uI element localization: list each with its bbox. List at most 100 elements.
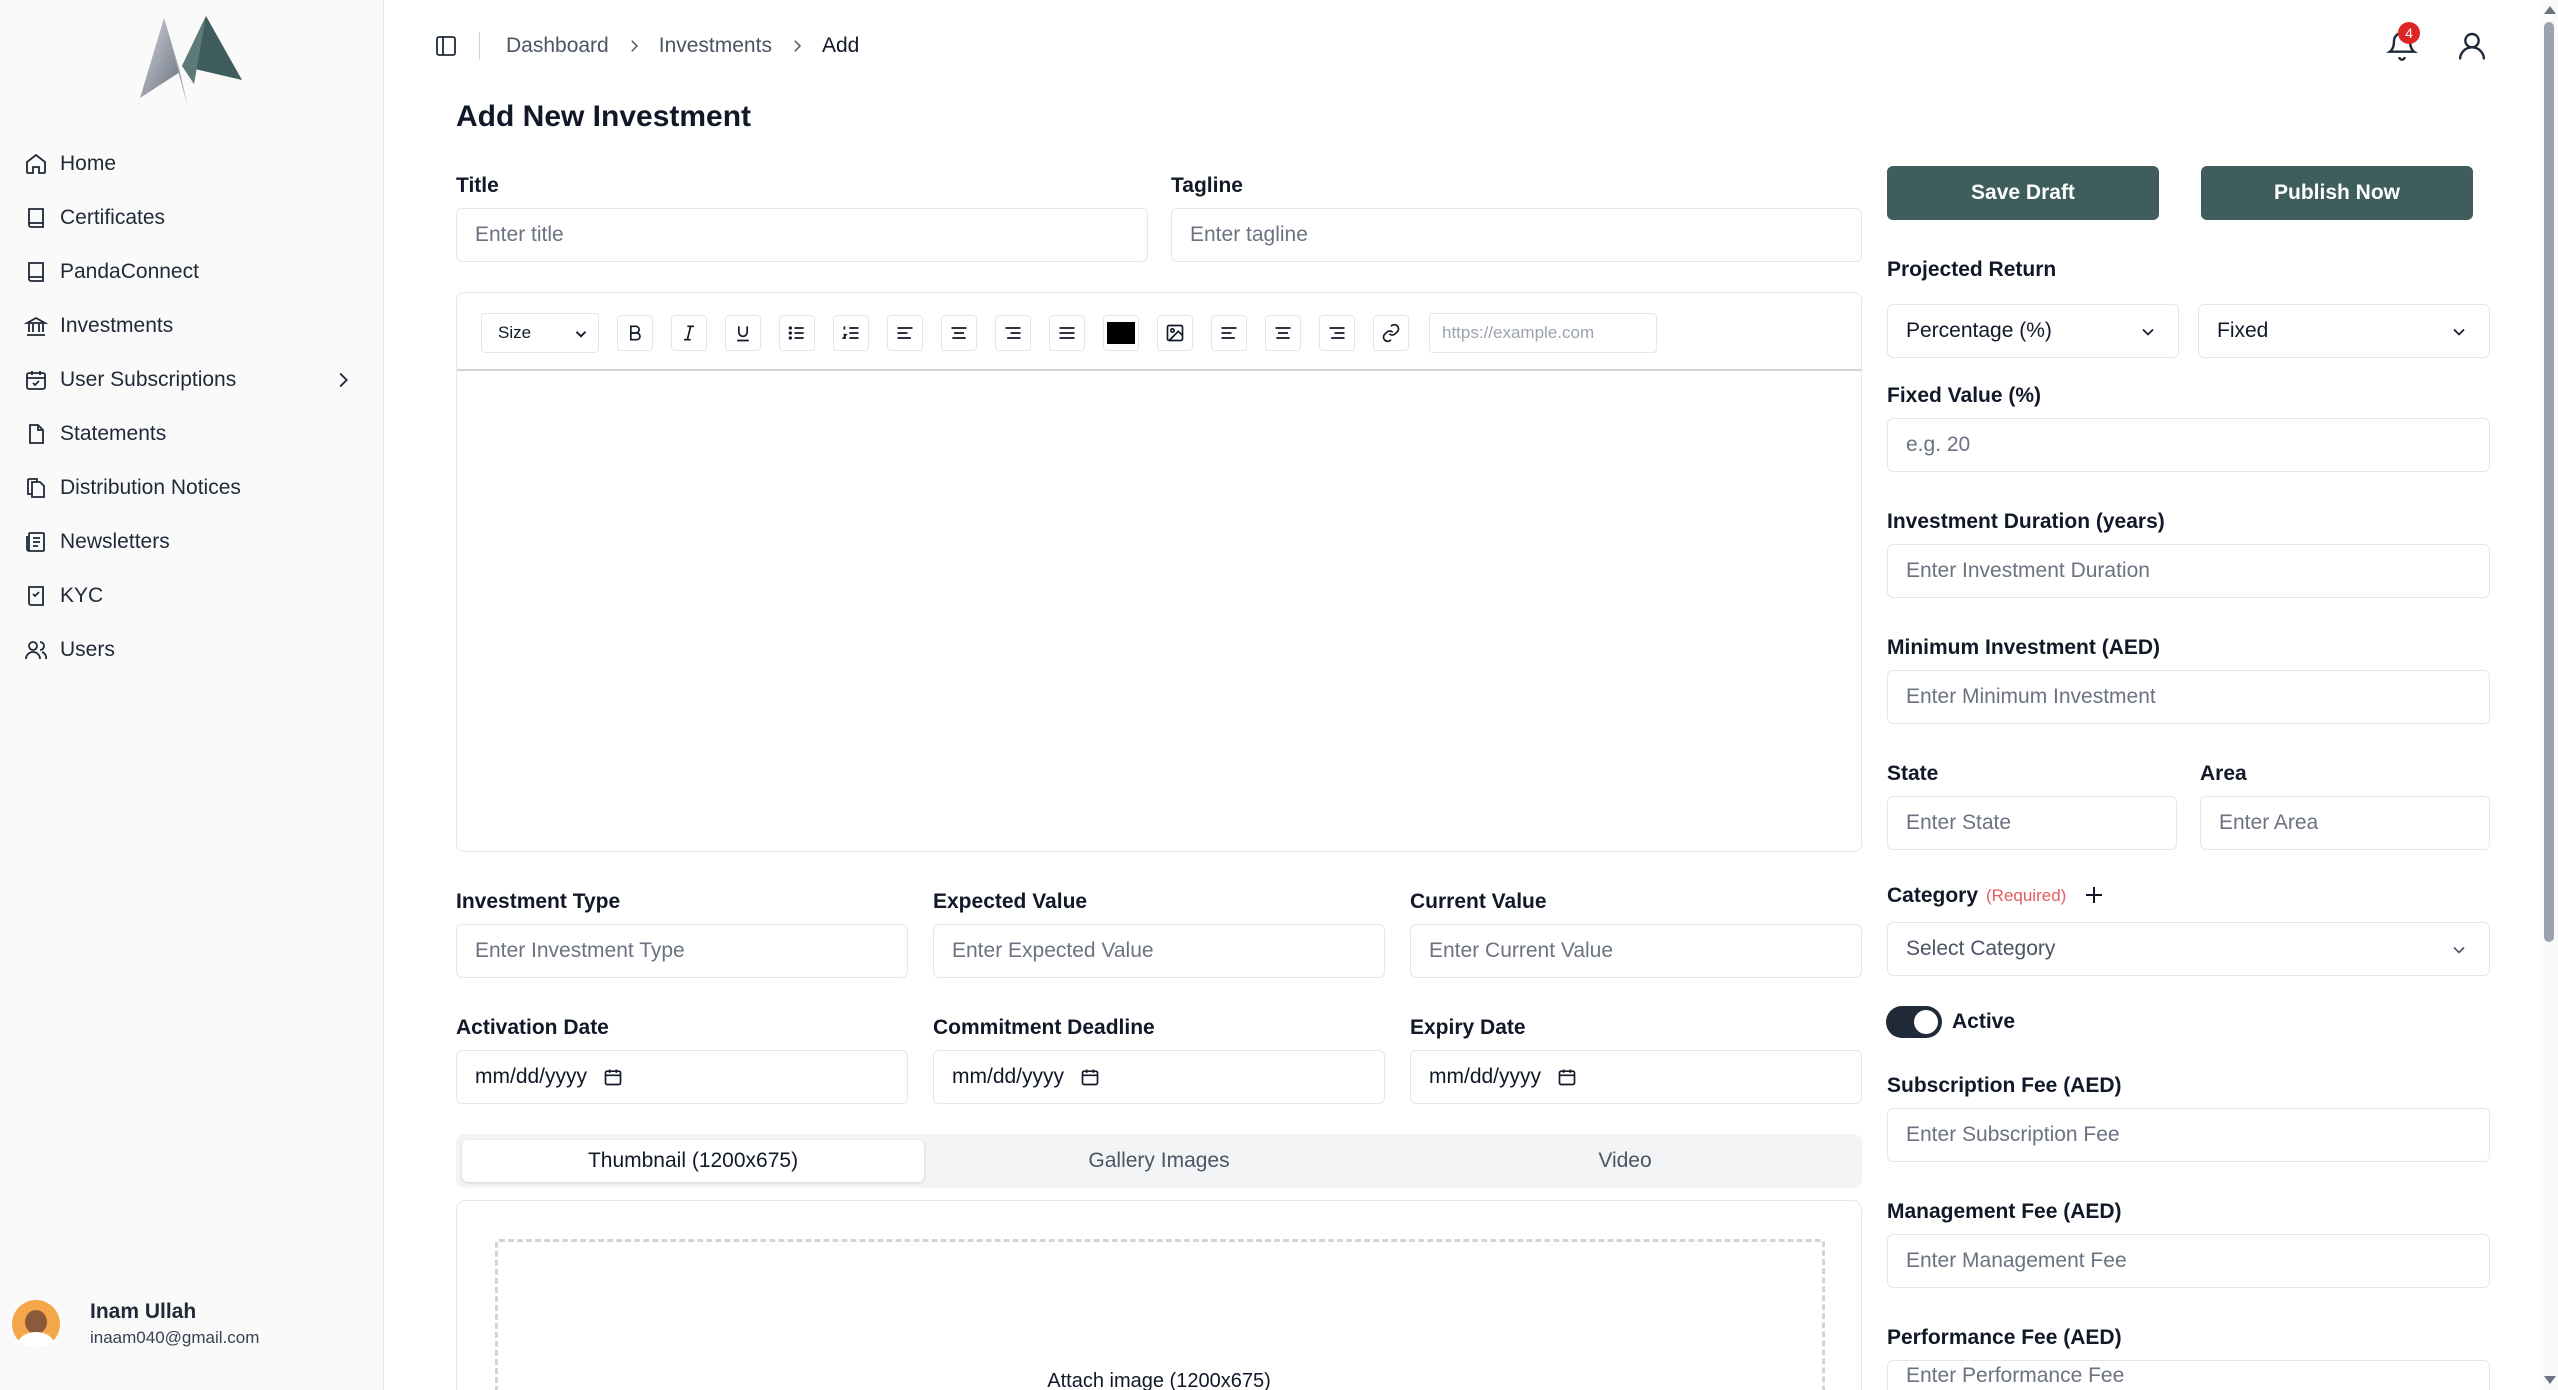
font-size-select[interactable]: Size bbox=[481, 313, 599, 353]
breadcrumb-dashboard[interactable]: Dashboard bbox=[506, 34, 609, 58]
sidebar-item-newsletters[interactable]: Newsletters bbox=[0, 515, 384, 569]
title-input[interactable] bbox=[456, 208, 1148, 262]
image-dropzone[interactable] bbox=[495, 1239, 1825, 1390]
area-label: Area bbox=[2200, 762, 2247, 785]
notification-badge: 4 bbox=[2398, 22, 2420, 44]
add-category-icon[interactable] bbox=[2082, 883, 2106, 907]
tab-thumbnail[interactable]: Thumbnail (1200x675) bbox=[462, 1140, 924, 1182]
tab-video[interactable]: Video bbox=[1394, 1140, 1856, 1182]
sidebar-item-user-subscriptions[interactable]: User Subscriptions bbox=[0, 353, 384, 407]
projected-return-label: Projected Return bbox=[1887, 258, 2057, 281]
chevron-down-icon bbox=[2453, 946, 2465, 954]
bullet-list-button[interactable] bbox=[779, 315, 815, 351]
expiry-date-input[interactable]: mm/dd/yyyy bbox=[1410, 1050, 1862, 1104]
insert-link-button[interactable] bbox=[1373, 315, 1409, 351]
sidebar-item-label: Statements bbox=[60, 422, 167, 445]
link-url-input[interactable] bbox=[1429, 313, 1657, 353]
area-input[interactable] bbox=[2200, 796, 2490, 850]
investment-type-input[interactable] bbox=[456, 924, 908, 978]
breadcrumb: Dashboard Investments Add bbox=[506, 34, 859, 58]
users-icon bbox=[25, 641, 48, 660]
date-value: mm/dd/yyyy bbox=[1429, 1065, 1542, 1088]
commitment-deadline-input[interactable]: mm/dd/yyyy bbox=[933, 1050, 1385, 1104]
expected-value-input[interactable] bbox=[933, 924, 1385, 978]
chevron-right-icon[interactable] bbox=[332, 369, 354, 391]
tagline-input[interactable] bbox=[1171, 208, 1862, 262]
align-right-button[interactable] bbox=[995, 315, 1031, 351]
activation-date-input[interactable]: mm/dd/yyyy bbox=[456, 1050, 908, 1104]
image-icon bbox=[1166, 324, 1184, 342]
tab-gallery-images[interactable]: Gallery Images bbox=[928, 1140, 1390, 1182]
align-center-icon bbox=[951, 327, 967, 339]
subscription-fee-label: Subscription Fee (AED) bbox=[1887, 1074, 2122, 1097]
return-unit-select[interactable]: Percentage (%) bbox=[1887, 304, 2179, 358]
active-toggle[interactable] bbox=[1886, 1006, 1942, 1038]
sidebar-item-home[interactable]: Home bbox=[0, 137, 384, 191]
image-align-center-button[interactable] bbox=[1265, 315, 1301, 351]
sidebar-item-label: Distribution Notices bbox=[60, 476, 241, 499]
scroll-thumb[interactable] bbox=[2544, 22, 2554, 942]
category-label: Category bbox=[1887, 884, 1979, 907]
breadcrumb-investments[interactable]: Investments bbox=[659, 34, 772, 58]
page-scrollbar[interactable] bbox=[2540, 0, 2558, 1390]
newspaper-icon bbox=[26, 532, 45, 552]
files-icon bbox=[27, 478, 45, 498]
category-select[interactable]: Select Category bbox=[1887, 922, 2490, 976]
chevron-down-icon bbox=[2453, 328, 2465, 336]
sidebar-item-label: Home bbox=[60, 152, 117, 175]
management-fee-input[interactable] bbox=[1887, 1234, 2490, 1288]
calendar-icon[interactable] bbox=[603, 1067, 623, 1087]
image-align-left-button[interactable] bbox=[1211, 315, 1247, 351]
sidebar-item-investments[interactable]: Investments bbox=[0, 299, 384, 353]
publish-now-button[interactable]: Publish Now bbox=[2201, 166, 2473, 220]
commitment-deadline-label: Commitment Deadline bbox=[933, 1016, 1155, 1039]
sidebar-item-statements[interactable]: Statements bbox=[0, 407, 384, 461]
sidebar-item-certificates[interactable]: Certificates bbox=[0, 191, 384, 245]
performance-fee-input[interactable] bbox=[1887, 1360, 2490, 1390]
state-input[interactable] bbox=[1887, 796, 2177, 850]
justify-button[interactable] bbox=[1049, 315, 1085, 351]
company-logo[interactable] bbox=[134, 14, 244, 110]
duration-label: Investment Duration (years) bbox=[1887, 510, 2165, 533]
chevron-right-icon bbox=[630, 40, 638, 52]
bold-button[interactable] bbox=[617, 315, 653, 351]
rich-text-editor[interactable]: Size bbox=[456, 292, 1862, 852]
underline-button[interactable] bbox=[725, 315, 761, 351]
minimum-investment-input[interactable] bbox=[1887, 670, 2490, 724]
fixed-value-input[interactable] bbox=[1887, 418, 2490, 472]
duration-input[interactable] bbox=[1887, 544, 2490, 598]
calendar-icon[interactable] bbox=[1080, 1067, 1100, 1087]
user-icon[interactable] bbox=[2456, 30, 2488, 62]
sidebar-item-kyc[interactable]: KYC bbox=[0, 569, 384, 623]
justify-icon bbox=[1059, 327, 1075, 339]
sidebar-item-users[interactable]: Users bbox=[0, 623, 384, 677]
calendar-icon[interactable] bbox=[1557, 1067, 1577, 1087]
numbered-list-button[interactable] bbox=[833, 315, 869, 351]
underline-icon bbox=[737, 326, 749, 342]
user-profile[interactable]: Inam Ullah inaam040@gmail.com bbox=[12, 1300, 259, 1348]
align-left-button[interactable] bbox=[887, 315, 923, 351]
expected-value-label: Expected Value bbox=[933, 890, 1088, 913]
image-align-right-button[interactable] bbox=[1319, 315, 1355, 351]
sidebar-item-distribution-notices[interactable]: Distribution Notices bbox=[0, 461, 384, 515]
bank-icon bbox=[24, 316, 48, 336]
scroll-up-icon[interactable] bbox=[2544, 6, 2556, 14]
return-mode-select[interactable]: Fixed bbox=[2198, 304, 2490, 358]
align-center-button[interactable] bbox=[941, 315, 977, 351]
text-color-button[interactable] bbox=[1103, 315, 1139, 351]
divider bbox=[479, 32, 480, 60]
scroll-down-icon[interactable] bbox=[2544, 1376, 2556, 1384]
current-value-input[interactable] bbox=[1410, 924, 1862, 978]
sidebar-toggle-icon[interactable] bbox=[434, 34, 458, 58]
subscription-fee-input[interactable] bbox=[1887, 1108, 2490, 1162]
save-draft-button[interactable]: Save Draft bbox=[1887, 166, 2159, 220]
editor-toolbar: Size bbox=[457, 293, 1861, 371]
italic-button[interactable] bbox=[671, 315, 707, 351]
sidebar-item-pandaconnect[interactable]: PandaConnect bbox=[0, 245, 384, 299]
insert-image-button[interactable] bbox=[1157, 315, 1193, 351]
current-value-label: Current Value bbox=[1410, 890, 1547, 913]
page-title: Add New Investment bbox=[456, 100, 752, 133]
state-label: State bbox=[1887, 762, 1939, 785]
avatar bbox=[12, 1300, 60, 1348]
sidebar-item-label: Certificates bbox=[60, 206, 166, 229]
